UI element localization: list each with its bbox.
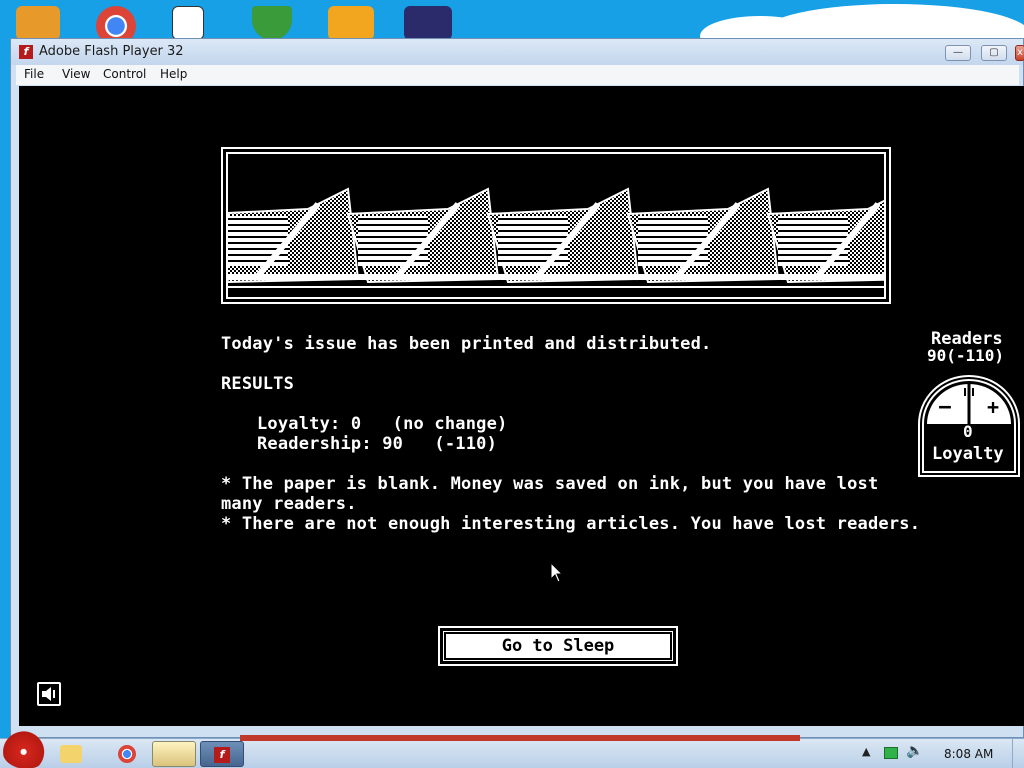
desktop-icon-app[interactable] (404, 6, 452, 40)
taskbar-folder-icon[interactable] (60, 745, 82, 763)
mouse-cursor-icon (550, 562, 564, 583)
flash-icon: f (19, 45, 33, 59)
desktop-icon-installer[interactable] (16, 6, 60, 40)
results-heading: RESULTS (221, 374, 295, 394)
newspaper-lines (498, 216, 568, 266)
menu-view[interactable]: View (62, 67, 90, 81)
gauge-minus-icon: − (938, 395, 951, 420)
newspaper-lines (778, 216, 848, 266)
banner-frame (226, 152, 886, 299)
readers-value: 90(-110) (927, 346, 1005, 365)
menu-help[interactable]: Help (160, 67, 187, 81)
desktop-icon-solitaire[interactable] (172, 6, 204, 40)
go-to-sleep-button[interactable]: Go to Sleep (438, 626, 678, 666)
maximize-button[interactable]: ▢ (981, 45, 1007, 61)
volume-icon[interactable]: 🔈 (906, 743, 923, 759)
sound-toggle-button[interactable] (37, 682, 61, 706)
minimize-button[interactable]: — (945, 45, 971, 61)
close-button[interactable]: x (1015, 45, 1024, 61)
loyalty-value: 0 (963, 422, 973, 441)
newspaper-stack-illustration (228, 187, 884, 288)
go-to-sleep-label: Go to Sleep (443, 631, 673, 661)
taskbar-flash-icon[interactable]: f (200, 741, 244, 767)
taskbar-bad-piggies-icon[interactable] (152, 741, 196, 767)
newspaper-base (628, 274, 778, 280)
menu-file[interactable]: File (24, 67, 44, 81)
gauge-plus-icon: + (987, 395, 999, 419)
taskbar-chrome-icon[interactable] (118, 745, 136, 763)
menu-bar: File View Control Help (16, 65, 1019, 85)
title-bar[interactable]: f Adobe Flash Player 32 — ▢ x (11, 39, 1024, 65)
printing-press-banner (221, 147, 891, 304)
loyalty-result: Loyalty: 0 (no change) (257, 414, 508, 434)
flash-player-window: f Adobe Flash Player 32 — ▢ x File View … (10, 38, 1024, 738)
blank-paper-note: * The paper is blank. Money was saved on… (221, 474, 879, 494)
network-icon[interactable] (884, 747, 898, 759)
tray-chevron-icon[interactable]: ▲ (862, 745, 870, 758)
articles-note: * There are not enough interesting artic… (221, 514, 921, 534)
newspaper-lines (358, 216, 428, 266)
newspaper-base (348, 274, 498, 280)
system-clock[interactable]: 8:08 AM (944, 747, 993, 761)
readership-result: Readership: 90 (-110) (257, 434, 498, 454)
issue-headline: Today's issue has been printed and distr… (221, 334, 712, 354)
newspaper-base (228, 274, 358, 280)
taskbar-strip (240, 735, 800, 741)
menu-control[interactable]: Control (103, 67, 146, 81)
game-stage[interactable]: Today's issue has been printed and distr… (19, 86, 1024, 726)
newspaper-base (768, 274, 884, 280)
newspaper-base (488, 274, 638, 280)
blank-paper-note-cont: many readers. (221, 494, 357, 514)
loyalty-label: Loyalty (932, 444, 1004, 464)
window-title: Adobe Flash Player 32 (39, 44, 184, 59)
start-button-angry-birds-icon[interactable] (2, 731, 50, 768)
show-desktop-button[interactable] (1012, 739, 1024, 768)
sound-icon (42, 687, 55, 701)
newspaper-lines (638, 216, 708, 266)
newspaper-lines (228, 216, 288, 266)
desktop-icon-security[interactable] (252, 6, 292, 40)
desktop-icon-bad-piggies[interactable] (328, 6, 374, 40)
taskbar: f ▲ 🔈 8:08 AM (0, 731, 1024, 768)
